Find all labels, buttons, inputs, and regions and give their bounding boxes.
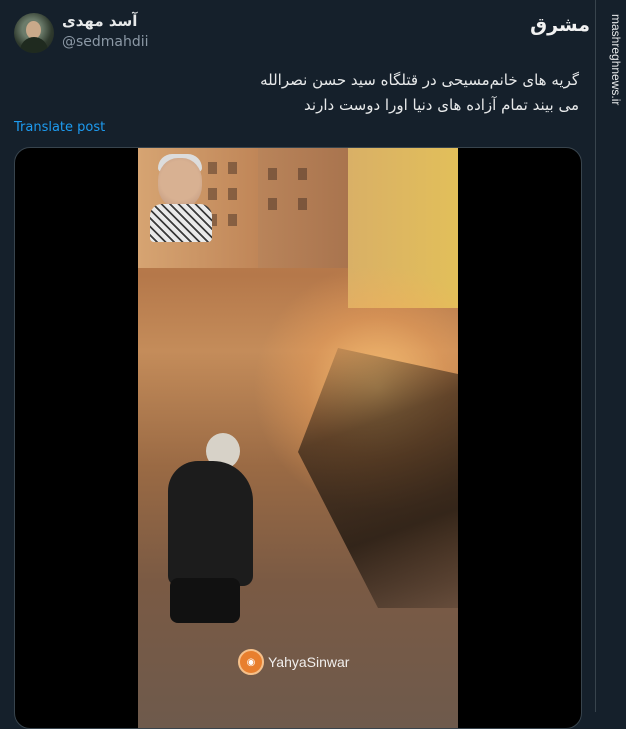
tweet-text-line: گریه های خانم‌مسیحی در قتلگاه سید حسن نص… bbox=[260, 71, 579, 89]
display-name[interactable]: آسد مهدی bbox=[62, 12, 137, 30]
kneeling-woman bbox=[148, 433, 258, 633]
branding-strip: mashreghnews.ir bbox=[595, 0, 626, 712]
post: آسد مهدی @sedmahdii گریه های خانم‌مسیحی … bbox=[0, 0, 595, 729]
avatar-body bbox=[20, 37, 48, 53]
portrait-inset bbox=[146, 154, 214, 242]
video-player[interactable]: ◉ YahyaSinwar bbox=[14, 147, 582, 729]
video-watermark: ◉ YahyaSinwar bbox=[238, 648, 349, 676]
site-url: mashreghnews.ir bbox=[609, 14, 623, 106]
tweet-text: گریه های خانم‌مسیحی در قتلگاه سید حسن نص… bbox=[179, 68, 579, 118]
channel-logo-icon: ◉ bbox=[238, 649, 264, 675]
translate-post-link[interactable]: Translate post bbox=[14, 120, 105, 135]
building-middle bbox=[258, 148, 348, 268]
tweet-text-line: می بیند تمام آزاده های دنیا اورا دوست دا… bbox=[304, 96, 579, 114]
avatar[interactable] bbox=[14, 13, 54, 53]
user-handle[interactable]: @sedmahdii bbox=[62, 34, 149, 50]
site-logo: مشرق bbox=[530, 14, 590, 36]
video-frame[interactable]: ◉ YahyaSinwar bbox=[138, 148, 458, 728]
watermark-text: YahyaSinwar bbox=[268, 654, 350, 670]
